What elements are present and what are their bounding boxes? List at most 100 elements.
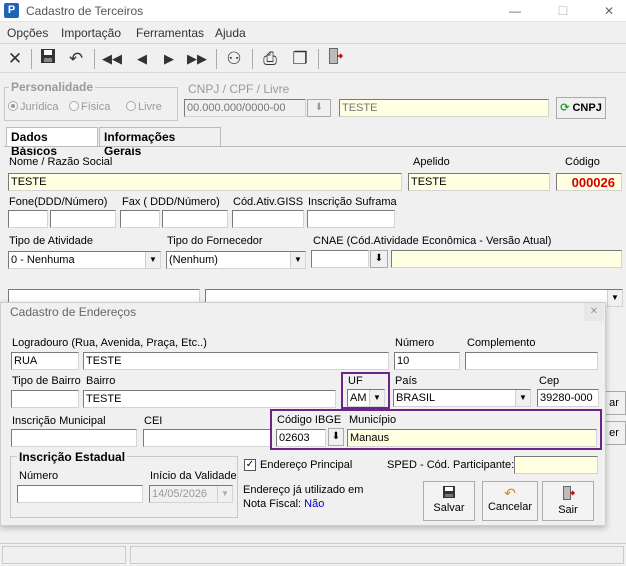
menu-opcoes[interactable]: Opções [7,26,48,40]
ie-inicio-label: Início da Validade [150,470,237,482]
cnpj-name-field[interactable]: TESTE [339,99,549,117]
ja-utilizado-label: Endereço já utilizado em Nota Fiscal: Nã… [243,484,364,510]
cnpj-download-icon[interactable]: ⬇ [307,99,331,117]
logradouro-label: Logradouro (Rua, Avenida, Praça, Etc..) [12,337,207,349]
sair-button[interactable]: Sair [542,481,594,521]
fax-ddd-field[interactable] [120,210,160,228]
ie-numero-field[interactable] [17,485,143,503]
menu-importacao[interactable]: Importação [61,26,121,40]
cep-label: Cep [539,375,560,387]
insc-municipal-field[interactable] [11,429,137,447]
tipo-fornecedor-label: Tipo do Fornecedor [167,235,263,247]
next-record-icon[interactable]: ▶ [157,47,181,71]
cnae-label: CNAE (Cód.Atividade Econômica - Versão A… [313,235,552,247]
complemento-field[interactable] [465,352,598,370]
save-icon[interactable] [36,47,60,71]
numero-label: Número [395,337,435,349]
logradouro-tipo-field[interactable]: RUA [11,352,79,370]
previous-record-icon[interactable]: ◀ [130,47,154,71]
ie-numero-label: Número [19,470,59,482]
exit-door-icon[interactable] [323,47,347,71]
insc-suframa-label: Inscrição Suframa [308,196,397,208]
codigo-field: 000026 [556,173,622,191]
maximize-button[interactable]: ☐ [548,2,578,20]
print-icon[interactable]: ⎙ [258,47,282,71]
tipo-bairro-field[interactable] [11,390,79,408]
cod-ativ-giss-field[interactable] [232,210,304,228]
fone-numero-field[interactable] [50,210,116,228]
chevron-down-icon: ▼ [369,390,384,406]
dialog-title: Cadastro de Endereços [10,305,137,319]
cnae-download-icon[interactable]: ⬇ [370,250,388,268]
apelido-field[interactable]: TESTE [408,173,550,191]
apelido-label: Apelido [413,156,450,168]
cnpj-refresh-button[interactable]: ⟳ CNPJ [556,97,606,119]
sped-label: SPED - Cód. Participante: [387,459,515,471]
undo-icon[interactable]: ↶ [64,47,88,71]
codigo-label: Código [565,156,600,168]
salvar-button[interactable]: Salvar [423,481,475,521]
numero-field[interactable]: 10 [394,352,460,370]
tipo-fornecedor-select[interactable]: (Nenhum) ▼ [166,251,306,269]
fax-label: Fax ( DDD/Número) [122,196,220,208]
radio-livre[interactable]: Livre [126,101,162,113]
users-icon[interactable]: ⚇ [222,47,246,71]
personalidade-title: Personalidade [9,80,96,94]
fax-numero-field[interactable] [162,210,228,228]
chevron-down-icon: ▼ [290,252,305,268]
insc-municipal-label: Inscrição Municipal [12,415,106,427]
cep-field[interactable]: 39280-000 [537,389,599,407]
refresh-icon: ⟳ [560,102,570,114]
toolbar: ✕ ↶ ◀◀ ◀ ▶ ▶▶ ⚇ ⎙ ❐ [0,43,626,73]
status-panel-1 [2,546,126,564]
radio-icon [69,101,79,111]
ibge-download-icon[interactable]: ⬇ [328,428,344,446]
nome-field[interactable]: TESTE [8,173,402,191]
fone-ddd-field[interactable] [8,210,48,228]
chevron-down-icon: ▼ [145,252,160,268]
ibge-label: Código IBGE [277,414,342,426]
uf-label: UF [348,375,363,387]
municipio-label: Município [349,414,397,426]
close-x-icon[interactable]: ✕ [3,47,27,71]
cnae-description-field[interactable] [391,250,622,268]
title-bar: P Cadastro de Terceiros — ☐ ✕ [0,0,626,22]
chevron-down-icon: ▼ [515,390,530,406]
tab-informacoes-gerais[interactable]: Informações Gerais [99,127,221,158]
pais-label: País [395,375,418,387]
chevron-down-icon: ▼ [607,290,622,306]
first-record-icon[interactable]: ◀◀ [100,47,124,71]
pais-select[interactable]: BRASIL ▼ [393,389,531,407]
menu-ferramentas[interactable]: Ferramentas [136,26,204,40]
ie-inicio-field: 14/05/2026 ▼ [149,485,233,503]
cnpj-field[interactable]: 00.000.000/0000-00 [184,99,306,117]
tipo-atividade-select[interactable]: 0 - Nenhuma ▼ [8,251,161,269]
tipo-bairro-label: Tipo de Bairro [12,375,81,387]
copy-icon[interactable]: ❐ [288,47,312,71]
bairro-field[interactable]: TESTE [83,390,336,408]
endereco-principal-label: Endereço Principal [260,459,353,471]
ibge-field[interactable]: 02603 [276,429,326,447]
nome-label: Nome / Razão Social [9,156,113,168]
app-icon: P [4,3,19,18]
dialog-close-button[interactable]: ✕ [584,303,604,321]
undo-icon: ↶ [504,485,516,501]
cnae-code-field[interactable] [311,250,369,268]
tab-dados-basicos[interactable]: Dados Básicos [6,127,98,158]
municipio-field[interactable]: Manaus [347,429,597,447]
radio-juridica[interactable]: Jurídica [8,101,59,113]
cei-field[interactable] [143,429,271,447]
cancelar-button[interactable]: ↶ Cancelar [482,481,538,521]
last-record-icon[interactable]: ▶▶ [185,47,209,71]
minimize-button[interactable]: — [500,2,530,20]
insc-suframa-field[interactable] [307,210,395,228]
cnpj-label: CNPJ / CPF / Livre [188,82,290,96]
cod-ativ-giss-label: Cód.Ativ.GISS [233,196,304,208]
endereco-principal-checkbox[interactable]: ✓ [244,459,256,471]
menu-ajuda[interactable]: Ajuda [215,26,246,40]
logradouro-field[interactable]: TESTE [83,352,389,370]
radio-fisica[interactable]: Física [69,101,110,113]
sped-field[interactable] [514,456,598,474]
close-window-button[interactable]: ✕ [594,2,624,20]
uf-select[interactable]: AM ▼ [347,389,385,407]
